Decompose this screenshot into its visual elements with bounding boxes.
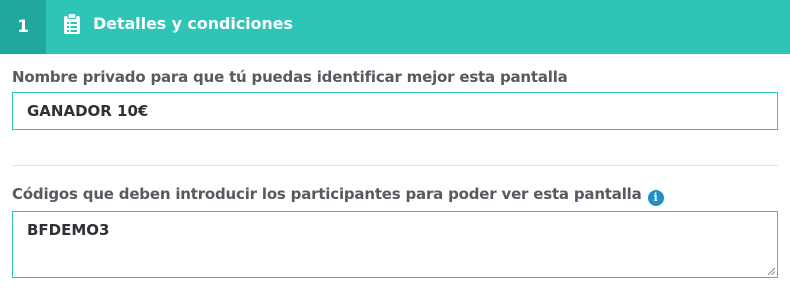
resize-handle-icon[interactable] xyxy=(767,267,775,275)
clipboard-icon xyxy=(64,13,80,34)
section-title: Detalles y condiciones xyxy=(93,14,293,33)
info-icon[interactable]: i xyxy=(647,190,664,206)
access-codes-textarea[interactable]: BFDEMO3 xyxy=(12,211,778,278)
step-number: 1 xyxy=(0,0,46,54)
access-codes-value: BFDEMO3 xyxy=(27,221,110,239)
private-name-label: Nombre privado para que tú puedas identi… xyxy=(12,68,568,86)
divider xyxy=(12,165,778,166)
access-codes-label: Códigos que deben introducir los partici… xyxy=(12,185,642,203)
access-codes-label-row: Códigos que deben introducir los partici… xyxy=(12,185,664,206)
section-header[interactable]: 1 Detalles y condiciones xyxy=(0,0,790,54)
private-name-input[interactable]: GANADOR 10€ xyxy=(12,92,778,130)
